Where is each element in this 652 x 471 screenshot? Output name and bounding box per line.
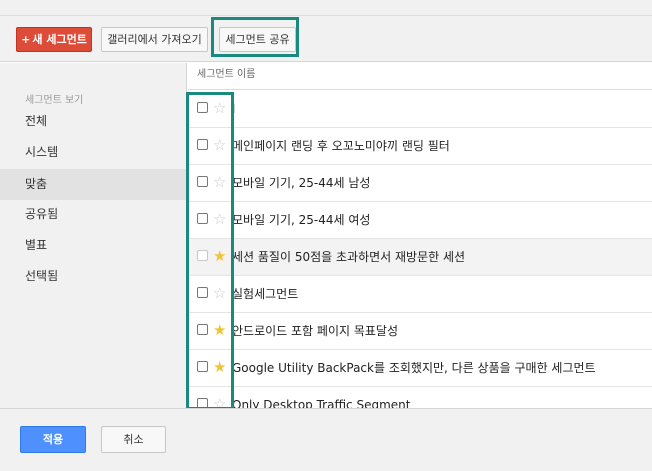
apply-button[interactable]: 적용 — [20, 426, 86, 453]
sidebar-item-starred[interactable]: 별표 — [0, 230, 186, 261]
segment-view-sidebar: 세그먼트 보기 전체 시스템 맞춤 공유됨 별표 선택됨 — [0, 63, 187, 408]
sidebar-item-custom[interactable]: 맞춤 — [0, 169, 186, 200]
segment-row[interactable]: ★ 안드로이드 포함 페이지 목표달성 — [188, 313, 652, 350]
sidebar-item-system[interactable]: 시스템 — [0, 137, 186, 168]
sidebar-heading: 세그먼트 보기 — [25, 95, 84, 106]
sidebar-item-shared[interactable]: 공유됨 — [0, 199, 186, 230]
segment-name: 세션 품질이 50점을 초과하면서 재방문한 세션 — [232, 250, 466, 264]
segment-name: 메인페이지 랜딩 후 오꼬노미야끼 랜딩 필터 — [232, 139, 450, 153]
segment-name: 안드로이드 포함 페이지 목표달성 — [232, 324, 399, 338]
checkbox-column-highlight — [186, 92, 234, 410]
new-segment-button[interactable]: + 새 세그먼트 — [16, 27, 92, 52]
segment-list: 세그먼트 이름 ☆ l ☆ 메인페이지 랜딩 후 오꼬노미야끼 랜딩 필터 ☆ … — [188, 63, 652, 408]
segment-name: 실험세그먼트 — [232, 287, 299, 301]
sidebar-item-all[interactable]: 전체 — [0, 106, 186, 137]
share-button-highlight — [211, 17, 299, 57]
dialog-footer: 적용 취소 — [0, 408, 652, 471]
segment-name: 모바일 기기, 25-44세 여성 — [232, 213, 371, 227]
new-segment-label: 새 세그먼트 — [32, 33, 87, 46]
import-from-gallery-button[interactable]: 갤러리에서 가져오기 — [101, 27, 208, 52]
segment-name: Only Desktop Traffic Segment — [232, 398, 411, 408]
cancel-button[interactable]: 취소 — [101, 426, 166, 453]
sidebar-item-selected[interactable]: 선택됨 — [0, 261, 186, 292]
segment-toolbar: + 새 세그먼트 갤러리에서 가져오기 세그먼트 공유 — [0, 0, 652, 62]
segment-row[interactable]: ☆ 모바일 기기, 25-44세 여성 — [188, 202, 652, 239]
segment-row[interactable]: ☆ Only Desktop Traffic Segment — [188, 387, 652, 408]
segment-row[interactable]: ☆ 메인페이지 랜딩 후 오꼬노미야끼 랜딩 필터 — [188, 128, 652, 165]
segment-row[interactable]: ☆ 모바일 기기, 25-44세 남성 — [188, 165, 652, 202]
segment-row[interactable]: ★ 세션 품질이 50점을 초과하면서 재방문한 세션 — [188, 239, 652, 276]
segment-row[interactable]: ☆ l — [188, 91, 652, 128]
toolbar-divider — [0, 15, 652, 16]
plus-icon: + — [21, 33, 31, 46]
segment-name-column-header[interactable]: 세그먼트 이름 — [188, 63, 652, 90]
segment-row[interactable]: ★ Google Utility BackPack를 조회했지만, 다른 상품을… — [188, 350, 652, 387]
segment-name: Google Utility BackPack를 조회했지만, 다른 상품을 구… — [232, 361, 596, 375]
segment-name: 모바일 기기, 25-44세 남성 — [232, 176, 371, 190]
segment-row[interactable]: ☆ 실험세그먼트 — [188, 276, 652, 313]
